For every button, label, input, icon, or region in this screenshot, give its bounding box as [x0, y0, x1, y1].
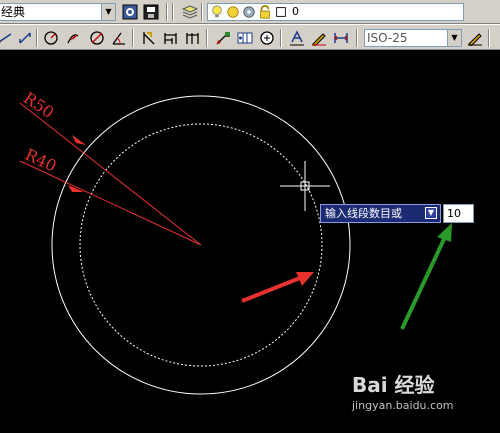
dim-text-edit-icon[interactable] — [310, 29, 328, 47]
dimstyle-select-value: ISO-25 — [367, 31, 408, 45]
baseline-icon[interactable] — [162, 29, 180, 47]
dim-radius-icon[interactable] — [42, 29, 60, 47]
separator — [36, 29, 38, 47]
dim-style-icon[interactable] — [466, 29, 484, 47]
segment-count-input[interactable]: 10 — [443, 204, 474, 223]
watermark-url: jingyan.baidu.com — [352, 399, 454, 412]
dim-diameter-icon[interactable] — [88, 29, 106, 47]
layer-name: 0 — [292, 5, 299, 18]
watermark: Bai 经验 jingyan.baidu.com — [352, 369, 472, 421]
watermark-brand: Bai 经验 — [352, 373, 435, 397]
workspace-select[interactable]: 经典 ▼ — [0, 3, 116, 21]
workspace-toolbar: 经典 ▼ 0 — [0, 0, 500, 24]
dim-angular-icon[interactable] — [110, 29, 128, 47]
command-prompt-text: 输入线段数目或 — [325, 207, 402, 220]
green-callout-arrow — [400, 223, 452, 330]
chevron-down-icon[interactable]: ▼ — [101, 4, 115, 20]
layer-select[interactable]: 0 — [207, 3, 464, 21]
sun-icon[interactable] — [226, 4, 240, 20]
gear-icon[interactable] — [242, 4, 256, 20]
chevron-down-icon[interactable]: ▼ — [447, 30, 461, 46]
continue-icon[interactable] — [184, 29, 202, 47]
lock-icon[interactable] — [258, 4, 272, 20]
separator — [172, 3, 174, 21]
dimension-toolbar: ISO-25 ▼ — [0, 24, 500, 50]
dim-update-icon[interactable] — [332, 29, 350, 47]
workspace-select-value: 经典 — [1, 5, 26, 19]
color-swatch-icon[interactable] — [274, 4, 288, 20]
drawing-canvas[interactable]: R50 R40 输入线段数目或 ▼ 10 Bai 经验 jingyan.baid… — [0, 51, 500, 433]
dim-aligned-icon[interactable] — [16, 29, 34, 47]
separator — [201, 3, 203, 21]
workspace-save-icon[interactable] — [142, 3, 160, 21]
leader-icon[interactable] — [214, 29, 232, 47]
quick-dim-icon[interactable] — [140, 29, 158, 47]
separator — [488, 29, 490, 47]
command-prompt: 输入线段数目或 ▼ — [320, 204, 441, 223]
separator — [206, 29, 208, 47]
separator — [166, 3, 168, 21]
dim-linear-icon[interactable] — [0, 29, 14, 47]
separator — [132, 29, 134, 47]
prompt-options-icon[interactable]: ▼ — [425, 207, 437, 219]
separator — [356, 29, 358, 47]
lightbulb-icon[interactable] — [210, 4, 224, 20]
tolerance-icon[interactable] — [236, 29, 254, 47]
radius-arrowhead-outer — [72, 135, 86, 145]
separator — [280, 29, 282, 47]
dim-edit-icon[interactable] — [288, 29, 306, 47]
radius-arrowhead-inner — [68, 185, 84, 192]
dimstyle-select[interactable]: ISO-25 ▼ — [364, 29, 462, 47]
center-mark-icon[interactable] — [258, 29, 276, 47]
layers-icon[interactable] — [181, 3, 199, 21]
dim-jogged-icon[interactable] — [64, 29, 82, 47]
workspace-settings-icon[interactable] — [121, 3, 139, 21]
red-callout-arrow — [241, 272, 314, 303]
